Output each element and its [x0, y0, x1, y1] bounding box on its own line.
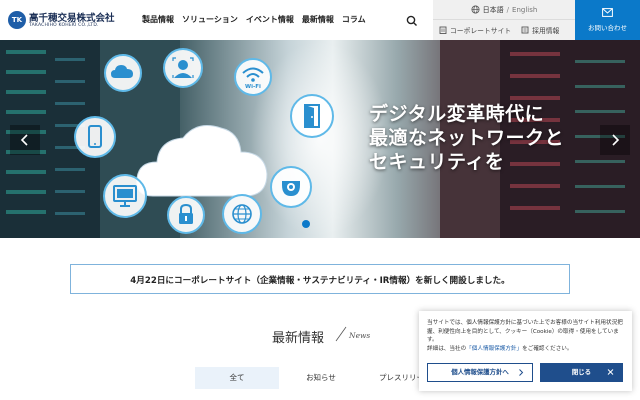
logo-mark: TK	[8, 11, 26, 29]
hero-headline-line-1: デジタル変革時代に	[369, 103, 545, 125]
globe-network-icon	[222, 194, 262, 234]
cookie-text-prefix: 詳細は、当社の	[427, 345, 467, 352]
corporate-site-link[interactable]: コーポレートサイト	[433, 25, 511, 35]
hero-headline-line-3: セキュリティを	[369, 151, 505, 173]
tab-all[interactable]: 全て	[195, 367, 279, 389]
nav-solutions[interactable]: ソリューション	[182, 14, 238, 25]
hero-slider: Wi-Fi デジタル変革時代に 最適なネットワークと セキュリティを	[0, 40, 640, 238]
utility-bar: 日本語 / English コーポレートサイト 採用情報	[433, 0, 575, 40]
privacy-policy-button[interactable]: 個人情報保護方針へ	[427, 363, 533, 382]
mail-icon	[602, 8, 613, 17]
hero-pagination-dot[interactable]	[302, 220, 310, 228]
logo-name: 高千穂交易株式会社	[29, 13, 115, 24]
recruit-label: 採用情報	[532, 27, 560, 35]
hero-headline: デジタル変革時代に 最適なネットワークと セキュリティを	[369, 102, 564, 174]
contact-label: お問い合わせ	[588, 24, 627, 32]
announcement-banner[interactable]: 4月22日にコーポレートサイト（企業情報・サステナビリティ・IR情報）を新しく開…	[70, 264, 570, 294]
face-id-icon	[163, 48, 203, 88]
news-tabs: 全て お知らせ プレスリリー	[195, 367, 435, 389]
news-section-title: 最新情報	[272, 331, 325, 346]
close-icon	[607, 369, 614, 375]
page: TK 高千穂交易株式会社 TAKACHIHO KOHEKI CO.,LTD. 製…	[0, 0, 640, 400]
monitor-icon	[103, 174, 147, 218]
privacy-policy-button-label: 個人情報保護方針へ	[451, 368, 509, 376]
nav-products[interactable]: 製品情報	[142, 14, 174, 25]
language-english[interactable]: English	[512, 6, 537, 14]
contact-button[interactable]: お問い合わせ	[575, 0, 640, 40]
door-icon	[290, 94, 334, 138]
cookie-close-button[interactable]: 閉じる	[540, 363, 623, 382]
utility-links: コーポレートサイト 採用情報	[433, 20, 575, 40]
smartphone-icon	[74, 116, 116, 158]
tab-notices[interactable]: お知らせ	[279, 367, 363, 389]
cookie-text-main: 当サイトでは、個人情報保護方針に基づいた上でお客様の当サイト利用状況把握、利便性…	[427, 320, 623, 344]
announcement-text: 4月22日にコーポレートサイト（企業情報・サステナビリティ・IR情報）を新しく開…	[130, 276, 510, 286]
cookie-consent-banner: 当サイトでは、個人情報保護方針に基づいた上でお客様の当サイト利用状況把握、利便性…	[419, 311, 632, 391]
nav-news[interactable]: 最新情報	[302, 14, 334, 25]
globe-icon	[471, 5, 480, 14]
main-nav: 製品情報 ソリューション イベント情報 最新情報 コラム	[142, 14, 366, 25]
chevron-right-icon	[612, 134, 620, 146]
hero-headline-line-2: 最適なネットワークと	[369, 127, 565, 149]
language-switcher[interactable]: 日本語 / English	[433, 0, 575, 20]
nav-column[interactable]: コラム	[342, 14, 366, 25]
corporate-site-label: コーポレートサイト	[450, 27, 512, 35]
chevron-right-icon	[519, 369, 524, 376]
cookie-close-label: 閉じる	[571, 368, 592, 376]
company-logo[interactable]: TK 高千穂交易株式会社 TAKACHIHO KOHEKI CO.,LTD.	[8, 10, 126, 32]
chevron-left-icon	[20, 134, 28, 146]
search-button[interactable]	[405, 13, 419, 27]
logo-subtitle: TAKACHIHO KOHEKI CO.,LTD.	[29, 23, 99, 28]
hero-prev-button[interactable]	[10, 125, 40, 155]
hero-next-button[interactable]	[600, 125, 630, 155]
wifi-label: Wi-Fi	[245, 84, 261, 90]
cookie-policy-link[interactable]: 「個人情報保護方針」	[466, 346, 522, 352]
recruit-link[interactable]: 採用情報	[511, 25, 559, 35]
nav-events[interactable]: イベント情報	[246, 14, 294, 25]
camera-icon	[270, 166, 312, 208]
wifi-icon: Wi-Fi	[234, 58, 272, 96]
cookie-text-detail: 詳細は、当社の「個人情報保護方針」をご確認ください。	[427, 345, 625, 354]
lock-icon	[167, 196, 205, 234]
language-separator: /	[506, 5, 510, 14]
language-current[interactable]: 日本語	[483, 5, 504, 15]
building-icon	[439, 26, 447, 34]
cookie-text-suffix: をご確認ください。	[522, 345, 573, 352]
title-slash-divider	[335, 326, 347, 342]
large-cloud-icon	[136, 125, 268, 197]
recruit-icon	[521, 26, 529, 34]
cloud-icon	[104, 54, 142, 92]
search-icon	[406, 15, 417, 26]
site-header: TK 高千穂交易株式会社 TAKACHIHO KOHEKI CO.,LTD. 製…	[0, 0, 640, 40]
news-section-subtitle: News	[349, 331, 371, 340]
cookie-text: 当サイトでは、個人情報保護方針に基づいた上でお客様の当サイト利用状況把握、利便性…	[427, 319, 625, 353]
